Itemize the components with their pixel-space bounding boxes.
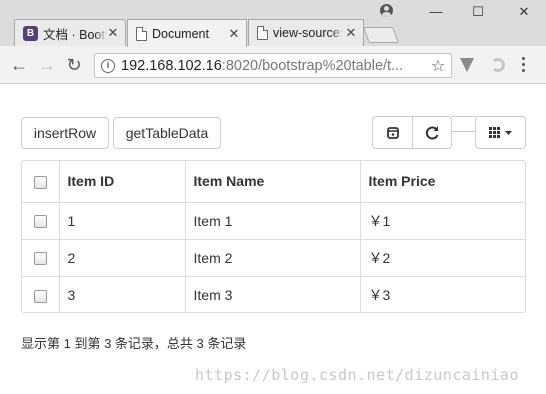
document-icon bbox=[257, 26, 268, 40]
menu-icon[interactable] bbox=[522, 57, 526, 73]
back-button[interactable]: ← bbox=[8, 54, 30, 76]
watermark-text: https://blog.csdn.net/dizuncainiao bbox=[195, 366, 520, 384]
bookmark-star-icon[interactable]: ☆ bbox=[429, 56, 447, 76]
row-select-cell bbox=[22, 202, 59, 239]
table-row[interactable]: 3 Item 3 ￥3 bbox=[22, 275, 525, 313]
close-window-button[interactable]: ✕ bbox=[514, 4, 534, 20]
get-table-data-button[interactable]: getTableData bbox=[113, 117, 221, 149]
select-all-checkbox[interactable] bbox=[33, 176, 47, 190]
cell-name: Item 1 bbox=[184, 202, 360, 239]
maximize-button[interactable]: ☐ bbox=[468, 4, 488, 20]
reload-button[interactable]: ↻ bbox=[63, 54, 85, 76]
data-table: Item ID Item Name Item Price 1 Item 1 ￥1… bbox=[21, 160, 526, 313]
column-header-name[interactable]: Item Name bbox=[184, 161, 360, 203]
forward-button[interactable]: → bbox=[36, 54, 58, 76]
grid-icon bbox=[489, 127, 512, 138]
bootstrap-icon: B bbox=[23, 25, 38, 41]
pagination-summary: 显示第 1 到第 3 条记录，总共 3 条记录 bbox=[21, 336, 247, 351]
close-tab-icon[interactable]: ✕ bbox=[107, 25, 119, 41]
columns-dropdown-button[interactable] bbox=[475, 116, 526, 149]
caret-down-icon bbox=[505, 131, 512, 135]
toolbar-divider bbox=[452, 131, 476, 132]
toggle-view-button[interactable] bbox=[372, 116, 413, 149]
extension-icon[interactable] bbox=[491, 58, 505, 72]
tab-title: Document bbox=[152, 26, 209, 41]
cell-price: ￥3 bbox=[359, 275, 525, 313]
new-tab-button[interactable] bbox=[363, 27, 399, 43]
select-all-cell bbox=[22, 161, 59, 203]
tab-title: 文档 · Bootstrap Table bbox=[43, 27, 107, 42]
toggle-icon bbox=[387, 127, 399, 139]
table-row[interactable]: 1 Item 1 ￥1 bbox=[22, 202, 525, 239]
column-header-id[interactable]: Item ID bbox=[58, 161, 185, 203]
row-select-cell bbox=[22, 238, 59, 276]
refresh-button[interactable] bbox=[412, 116, 452, 149]
tab-document[interactable]: Document ✕ bbox=[127, 19, 247, 47]
url-host: 192.168.102.16 bbox=[121, 57, 222, 74]
row-checkbox[interactable] bbox=[33, 215, 47, 229]
row-select-cell bbox=[22, 275, 59, 313]
cell-id: 2 bbox=[58, 238, 185, 276]
row-checkbox[interactable] bbox=[33, 252, 47, 266]
insert-row-button[interactable]: insertRow bbox=[21, 117, 109, 149]
refresh-icon bbox=[425, 126, 439, 140]
cell-price: ￥1 bbox=[359, 202, 525, 239]
document-icon bbox=[136, 26, 147, 41]
cell-id: 1 bbox=[58, 202, 185, 239]
url-path: :8020/bootstrap%20table/t... bbox=[221, 57, 404, 74]
browser-tab-strip: B 文档 · Bootstrap Table ✕ Document ✕ view… bbox=[0, 0, 546, 47]
table-row[interactable]: 2 Item 2 ￥2 bbox=[22, 238, 525, 276]
vue-devtools-icon[interactable] bbox=[460, 58, 474, 72]
cell-id: 3 bbox=[58, 275, 185, 313]
row-checkbox[interactable] bbox=[33, 289, 47, 303]
column-header-price[interactable]: Item Price bbox=[359, 161, 525, 203]
profile-icon[interactable] bbox=[380, 4, 393, 17]
info-icon[interactable]: i bbox=[101, 58, 115, 73]
cell-name: Item 3 bbox=[184, 275, 360, 313]
cell-price: ￥2 bbox=[359, 238, 525, 276]
url-text[interactable]: 192.168.102.16:8020/bootstrap%20table/t.… bbox=[121, 58, 429, 74]
close-tab-icon[interactable]: ✕ bbox=[228, 26, 240, 42]
minimize-button[interactable]: — bbox=[426, 4, 446, 20]
tab-view-source[interactable]: view-source: ✕ bbox=[248, 19, 364, 46]
address-bar[interactable]: i 192.168.102.16:8020/bootstrap%20table/… bbox=[94, 53, 452, 78]
close-tab-icon[interactable]: ✕ bbox=[345, 25, 357, 41]
cell-name: Item 2 bbox=[184, 238, 360, 276]
table-header-row: Item ID Item Name Item Price bbox=[22, 161, 525, 203]
tab-bootstrap-docs[interactable]: B 文档 · Bootstrap Table ✕ bbox=[14, 19, 126, 46]
tab-title: view-source: bbox=[273, 26, 344, 40]
browser-toolbar: ← → ↻ i 192.168.102.16:8020/bootstrap%20… bbox=[0, 46, 546, 84]
toolbar-divider bbox=[452, 116, 476, 117]
